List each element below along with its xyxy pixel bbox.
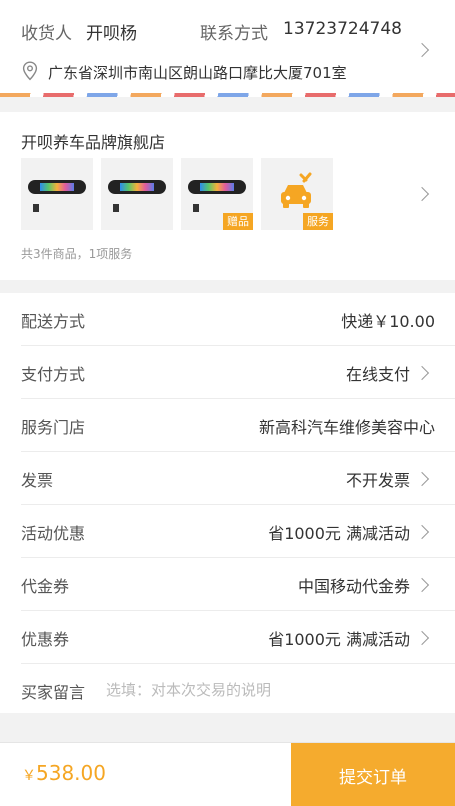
product-thumbnail[interactable] [21, 158, 93, 230]
item-summary: 共3件商品，1项服务 [21, 247, 133, 261]
shop-card[interactable]: 开呗养车品牌旗舰店 赠品 服务 共3件商品，1项服务 [0, 112, 455, 280]
rearview-mirror-image [28, 180, 86, 194]
remark-label: 买家留言 [21, 683, 86, 702]
row-voucher[interactable]: 代金券 中国移动代金券 [0, 558, 455, 611]
chevron-right-icon [414, 471, 430, 487]
shop-name: 开呗养车品牌旗舰店 [21, 133, 166, 152]
checkout-bar: ￥538.00 提交订单 [0, 742, 455, 806]
chevron-right-icon [414, 524, 430, 540]
row-payment-method[interactable]: 支付方式 在线支付 [0, 346, 455, 399]
service-thumbnail[interactable]: 服务 [261, 158, 333, 230]
row-delivery-method[interactable]: 配送方式 快递￥10.00 [0, 293, 455, 346]
buyer-message-input[interactable] [106, 677, 426, 703]
product-thumbnail[interactable] [101, 158, 173, 230]
row-label: 配送方式 [21, 312, 86, 331]
row-invoice[interactable]: 发票 不开发票 [0, 452, 455, 505]
row-label: 发票 [21, 471, 54, 490]
envelope-stripe [0, 93, 455, 97]
phone-number: 13723724748 [283, 19, 402, 39]
chevron-right-icon [414, 42, 430, 58]
row-value: 省1000元 满减活动 [268, 524, 410, 543]
row-label: 支付方式 [21, 365, 86, 384]
row-label: 服务门店 [21, 418, 86, 437]
receiver-name: 开呗杨 [86, 24, 137, 44]
rearview-mirror-image [188, 180, 246, 194]
chevron-right-icon [414, 577, 430, 593]
location-pin-icon [22, 61, 38, 81]
row-value: 不开发票 [345, 471, 410, 490]
row-value: 省1000元 满减活动 [268, 630, 410, 649]
submit-order-button[interactable]: 提交订单 [291, 743, 455, 806]
address-card[interactable]: 收货人 开呗杨 联系方式 13723724748 广东省深圳市南山区朗山路口摩比… [0, 0, 455, 97]
currency-symbol: ￥ [22, 768, 36, 784]
receiver-label: 收货人 [21, 24, 72, 44]
order-total: ￥538.00 [22, 761, 106, 785]
row-promotion[interactable]: 活动优惠 省1000元 满减活动 [0, 505, 455, 558]
row-label: 优惠券 [21, 630, 70, 649]
row-service-store[interactable]: 服务门店 新高科汽车维修美容中心 [0, 399, 455, 452]
chevron-right-icon [414, 186, 430, 202]
row-coupon[interactable]: 优惠券 省1000元 满减活动 [0, 611, 455, 664]
address-detail: 广东省深圳市南山区朗山路口摩比大厦701室 [48, 64, 347, 82]
chevron-right-icon [414, 630, 430, 646]
car-repair-icon [281, 172, 312, 208]
row-value: 快递￥10.00 [341, 312, 435, 331]
order-options-list: 配送方式 快递￥10.00 支付方式 在线支付 服务门店 新高科汽车维修美容中心… [0, 293, 455, 713]
row-value: 中国移动代金券 [297, 577, 410, 596]
chevron-right-icon [414, 365, 430, 381]
phone-label: 联系方式 [200, 24, 268, 44]
product-thumbnail[interactable]: 赠品 [181, 158, 253, 230]
row-label: 代金券 [21, 577, 70, 596]
row-buyer-message: 买家留言 [0, 664, 455, 717]
gift-badge: 赠品 [223, 213, 253, 230]
rearview-mirror-image [108, 180, 166, 194]
row-value: 新高科汽车维修美容中心 [258, 418, 435, 437]
total-amount: 538.00 [36, 761, 106, 785]
service-badge: 服务 [303, 213, 333, 230]
row-value: 在线支付 [345, 365, 410, 384]
row-label: 活动优惠 [21, 524, 86, 543]
